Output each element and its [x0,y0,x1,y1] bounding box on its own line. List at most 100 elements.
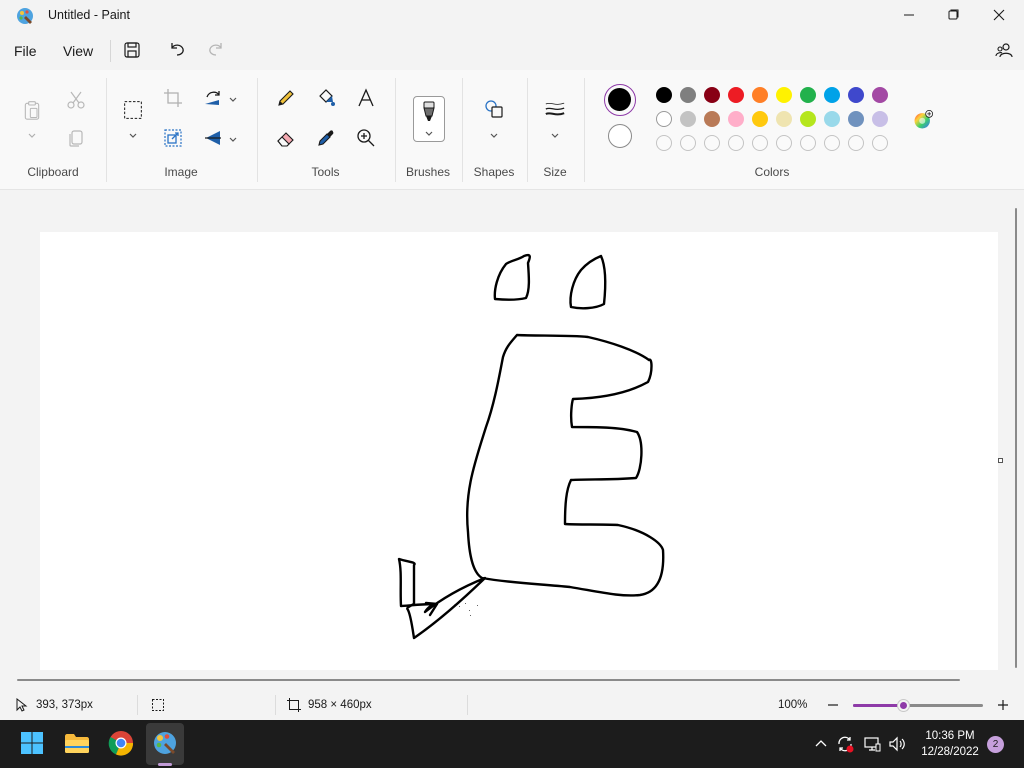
maximize-button[interactable] [930,0,976,32]
custom-color-slot[interactable] [872,135,888,151]
redo-button[interactable] [206,40,226,60]
text-button[interactable] [355,87,377,110]
start-button[interactable] [18,730,46,758]
close-button[interactable] [976,0,1022,32]
magnifier-button[interactable] [355,128,377,150]
paste-dropdown[interactable] [27,130,37,140]
color-swatch[interactable] [728,111,744,127]
canvas-workspace[interactable] [0,190,1024,670]
select-button[interactable] [121,99,145,123]
undo-button[interactable] [167,40,187,60]
redo-icon [207,40,225,61]
color-swatch[interactable] [728,87,744,103]
file-menu[interactable]: File [14,43,37,59]
file-explorer-button[interactable] [63,730,91,758]
custom-color-slot[interactable] [728,135,744,151]
rotate-button[interactable] [202,88,224,110]
color-swatch[interactable] [776,111,792,127]
sync-status-icon[interactable] [836,735,854,753]
paint-taskbar-button[interactable] [151,730,179,758]
size-dropdown[interactable] [550,130,560,140]
minimize-icon [903,9,915,24]
size-button[interactable] [543,99,567,121]
menu-divider [110,40,111,62]
edit-colors-button[interactable] [910,108,936,134]
chevron-down-icon [27,130,37,144]
custom-color-slot[interactable] [752,135,768,151]
brushes-button[interactable] [413,96,445,142]
rectangle-select-icon [123,100,143,123]
canvas-resize-handle-right[interactable] [998,458,1003,463]
brushes-group-label: Brushes [405,165,451,179]
cut-button[interactable] [65,90,87,112]
color-swatch[interactable] [800,111,816,127]
vertical-scrollbar[interactable] [1015,208,1017,668]
color-swatch[interactable] [824,111,840,127]
zoom-slider-thumb[interactable] [897,700,909,711]
color-swatch[interactable] [848,111,864,127]
volume-icon[interactable] [888,735,906,753]
color-swatch[interactable] [800,87,816,103]
system-clock[interactable]: 10:36 PM 12/28/2022 [915,728,985,760]
color-swatch[interactable] [848,87,864,103]
network-icon[interactable] [863,735,881,753]
shapes-dropdown[interactable] [489,130,499,140]
crop-button[interactable] [162,88,184,110]
custom-color-slot[interactable] [776,135,792,151]
title-bar: Untitled - Paint [0,0,1024,32]
copy-button[interactable] [65,128,87,150]
color-swatch[interactable] [752,87,768,103]
zoom-in-icon [356,128,376,151]
shapes-button[interactable] [483,99,505,121]
custom-color-slot[interactable] [680,135,696,151]
color-swatch[interactable] [824,87,840,103]
status-divider [137,695,138,715]
eraser-icon [276,128,296,151]
drawing-canvas[interactable] [40,232,998,670]
color-swatch[interactable] [872,87,888,103]
zoom-slider[interactable] [853,700,983,711]
color-swatch[interactable] [704,111,720,127]
custom-color-slot[interactable] [848,135,864,151]
save-button[interactable] [122,41,142,61]
flip-dropdown[interactable] [228,134,238,144]
color-swatch[interactable] [752,111,768,127]
fill-button[interactable] [315,88,337,110]
color-swatch[interactable] [680,111,696,127]
custom-color-slot[interactable] [656,135,672,151]
eraser-button[interactable] [275,128,297,150]
color-swatch[interactable] [680,87,696,103]
minimize-button[interactable] [886,0,932,32]
color-picker-button[interactable] [315,128,337,150]
select-dropdown[interactable] [128,130,138,140]
view-menu[interactable]: View [63,43,93,59]
flip-button[interactable] [202,128,224,150]
account-button[interactable] [994,41,1014,61]
custom-color-slot[interactable] [824,135,840,151]
horizontal-scrollbar[interactable] [17,679,960,681]
primary-color-ring[interactable] [604,84,636,116]
flip-icon [203,128,223,151]
color-swatch[interactable] [872,111,888,127]
menu-bar: File View [0,32,1024,70]
color-swatch[interactable] [656,87,672,103]
resize-button[interactable] [162,128,184,150]
chrome-button[interactable] [107,730,135,758]
paste-button[interactable] [21,98,43,124]
custom-color-slot[interactable] [704,135,720,151]
drawing-strokes [397,253,665,640]
custom-color-slot[interactable] [800,135,816,151]
color-swatch[interactable] [776,87,792,103]
color-swatch[interactable] [656,111,672,127]
color-swatch[interactable] [704,87,720,103]
notification-badge[interactable]: 2 [987,736,1004,753]
windows-logo-icon [20,731,44,758]
secondary-color[interactable] [608,124,632,148]
rotate-dropdown[interactable] [228,94,238,104]
pencil-button[interactable] [275,88,297,110]
canvas-size-icon [287,698,301,712]
show-hidden-icons-button[interactable] [812,735,830,753]
zoom-out-button[interactable] [826,698,840,712]
zoom-in-button[interactable] [996,698,1010,712]
stroke-letter-body [466,333,665,597]
